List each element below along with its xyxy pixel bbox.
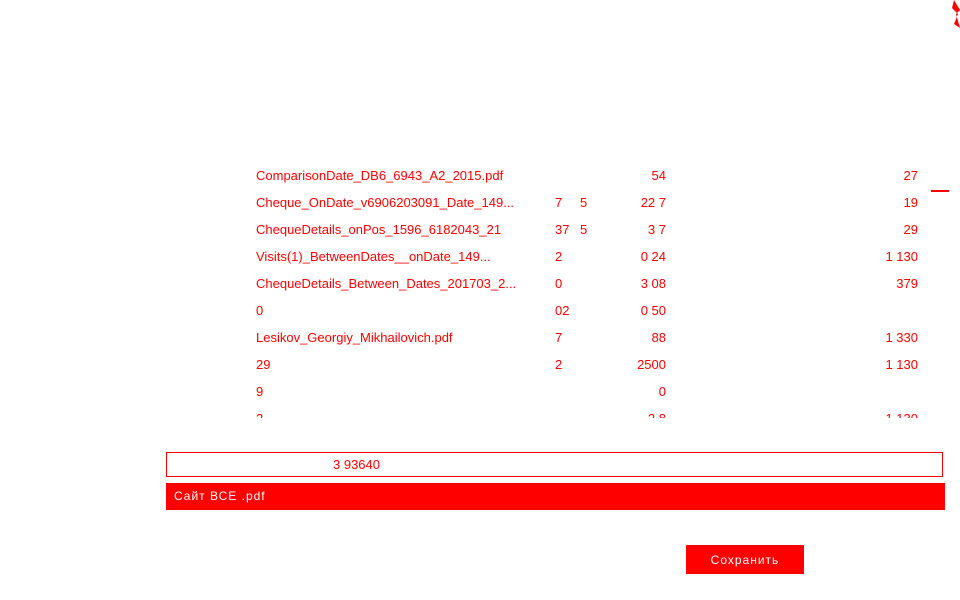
- table-row[interactable]: ChequeDetails_Between_Dates_201703_2... 0…: [250, 270, 930, 297]
- col-c-cell: 3 08: [640, 276, 666, 291]
- col-d-cell: 1 330: [885, 330, 918, 345]
- col-c-cell: 22 7: [640, 195, 666, 210]
- table-row[interactable]: ComparisonDate_DB6_6943_A2_2015.pdf 54 27: [250, 162, 930, 189]
- table-row[interactable]: ChequeDetails_onPos_1596_6182043_21 37 5 3 …: [250, 216, 930, 243]
- summary-field[interactable]: 3 93640: [166, 452, 943, 477]
- corner-mark-icon: [948, 0, 960, 30]
- selected-file-bar[interactable]: Сайт ВСЕ .pdf: [166, 483, 945, 510]
- col-d-cell: 1 130: [810, 405, 918, 418]
- col-b-cell: 5: [580, 222, 588, 237]
- col-d-cell: 29: [903, 222, 918, 237]
- col-a-cell: 7: [555, 195, 563, 210]
- col-d-cell: 27: [903, 168, 918, 183]
- table-row[interactable]: 0 02 0 50: [250, 297, 930, 324]
- col-d-cell: 1 130: [885, 357, 918, 372]
- col-c-cell: 0 50: [640, 303, 666, 318]
- col-c-cell: 88: [651, 330, 666, 345]
- col-a-cell: 37: [555, 222, 570, 237]
- summary-value: 3 93640: [333, 457, 380, 472]
- file-name-cell: ChequeDetails_Between_Dates_201703_2...: [256, 276, 517, 291]
- table-row[interactable]: Cheque_OnDate_v6906203091_Date_149... 7 5 2…: [250, 189, 930, 216]
- table-row[interactable]: Lesikov_Georgiy_Mikhailovich.pdf 7 88 1 330: [250, 324, 930, 351]
- col-d-cell: 19: [903, 195, 918, 210]
- col-a-cell: 7: [555, 330, 563, 345]
- col-c-cell: 0 24: [640, 249, 666, 264]
- file-name-cell: 0: [256, 303, 264, 318]
- col-a-cell: 2: [555, 357, 563, 372]
- col-a-cell: 0: [555, 276, 563, 291]
- col-a-cell: 02: [555, 303, 570, 318]
- file-name-cell: Lesikov_Georgiy_Mikhailovich.pdf: [256, 330, 453, 345]
- file-name-cell: 2: [256, 405, 546, 418]
- table-row[interactable]: Visits(1)_BetweenDates__onDate_149... 2 0 …: [250, 243, 930, 270]
- col-d-cell: 1 130: [885, 249, 918, 264]
- table-row[interactable]: 29 2 2500 1 130: [250, 351, 930, 378]
- file-name-cell: 9: [256, 384, 264, 399]
- table-row[interactable]: 2 2 8 1 130: [250, 405, 930, 418]
- file-table: ComparisonDate_DB6_6943_A2_2015.pdf 54 27 C…: [250, 162, 930, 418]
- col-a-cell: 2: [555, 249, 563, 264]
- table-row[interactable]: 90: [250, 378, 930, 405]
- col-b-cell: 5: [580, 195, 588, 210]
- file-name-cell: 29: [256, 357, 271, 372]
- selected-file-label: Сайт ВСЕ .pdf: [174, 489, 266, 503]
- col-c-cell: 2 8: [600, 405, 666, 418]
- dash-icon: [931, 190, 949, 192]
- col-d-cell: 379: [896, 276, 918, 291]
- file-name-cell: ChequeDetails_onPos_1596_6182043_21: [256, 222, 502, 237]
- file-name-cell: ComparisonDate_DB6_6943_A2_2015.pdf: [256, 168, 504, 183]
- file-name-cell: Cheque_OnDate_v6906203091_Date_149...: [256, 195, 515, 210]
- file-name-cell: Visits(1)_BetweenDates__onDate_149...: [256, 249, 491, 264]
- col-c-cell: 0: [658, 384, 666, 399]
- col-c-cell: 3 7: [647, 222, 666, 237]
- save-button[interactable]: Сохранить: [686, 545, 804, 574]
- col-c-cell: 2500: [637, 357, 666, 372]
- col-c-cell: 54: [651, 168, 666, 183]
